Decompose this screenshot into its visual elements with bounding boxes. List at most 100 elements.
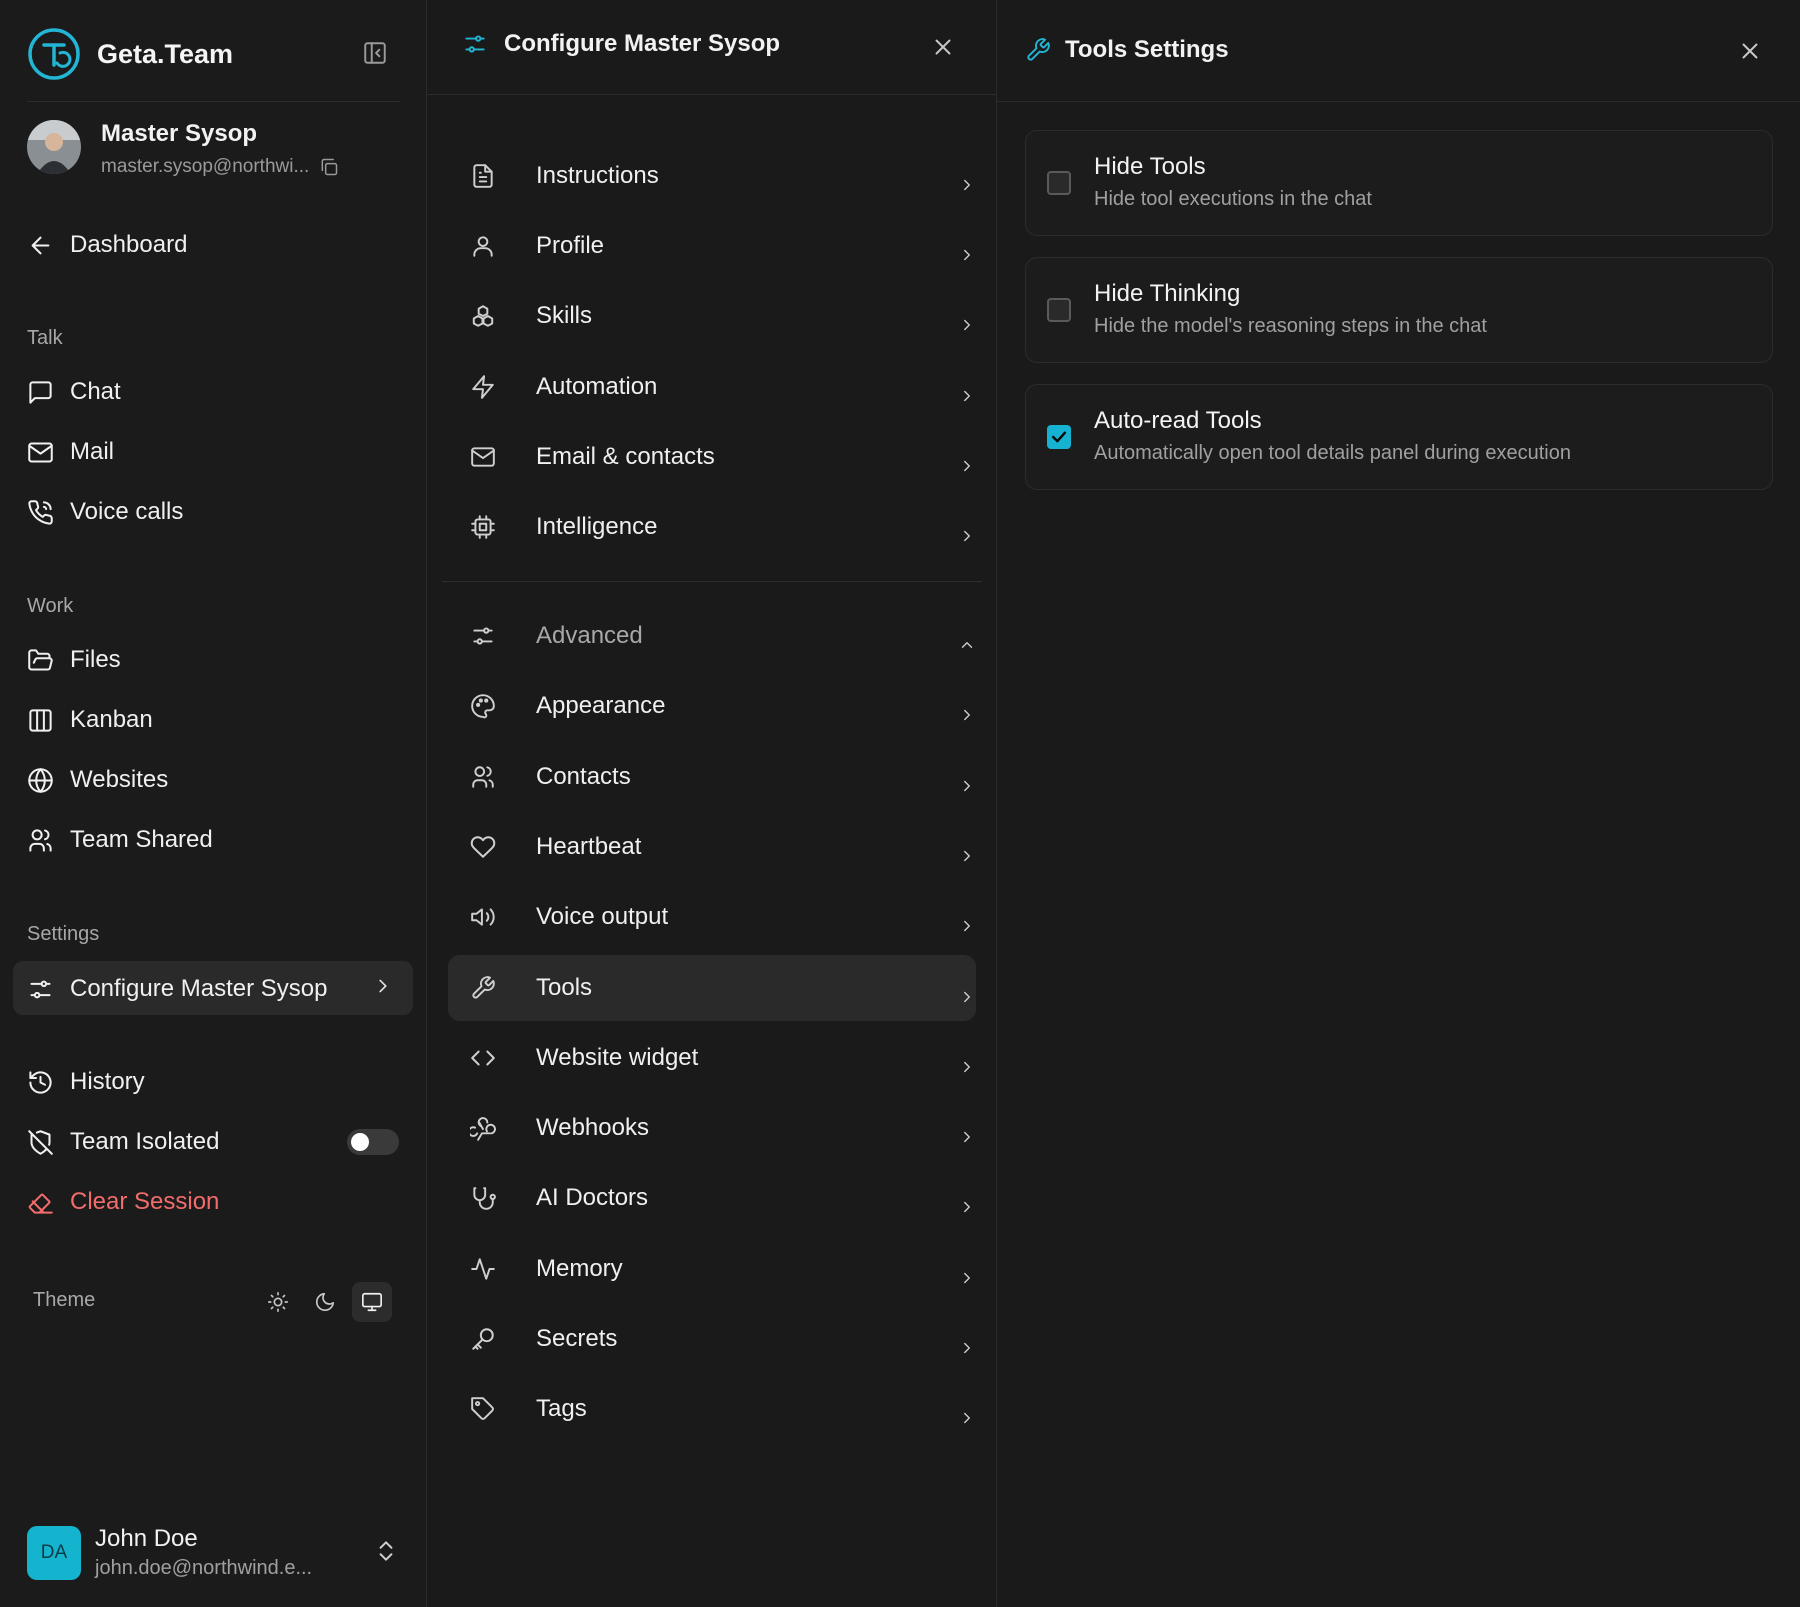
sliders-icon [473, 627, 493, 645]
chevron-right-icon [964, 1272, 970, 1284]
option-title: Auto-read Tools [1094, 407, 1262, 434]
sidebar-collapse-icon [364, 42, 386, 64]
sun-icon [268, 1292, 288, 1312]
menu-item-ai-doctors[interactable]: AI Doctors [448, 1165, 976, 1231]
menu-item-label: Tools [536, 974, 593, 1001]
nav-websites[interactable]: Websites [27, 766, 168, 794]
chevron-right-icon [964, 249, 970, 261]
menu-item-label: Automation [536, 373, 658, 400]
checkmark-icon [1051, 431, 1067, 443]
chevron-right-icon [964, 850, 970, 862]
nav-history[interactable]: History [27, 1068, 145, 1096]
nav-voice-calls[interactable]: Voice calls [27, 498, 183, 526]
menu-item-label: Skills [536, 302, 593, 329]
close-configure-button[interactable] [930, 34, 956, 60]
nav-team-isolated[interactable]: Team Isolated [27, 1128, 219, 1156]
menu-item-website-widget[interactable]: Website widget [448, 1025, 976, 1091]
menu-item-email-contacts[interactable]: Email & contacts [448, 424, 976, 490]
columns-icon [29, 708, 52, 732]
menu-item-memory[interactable]: Memory [448, 1236, 976, 1302]
nav-dashboard[interactable]: Dashboard [27, 231, 187, 259]
menu-item-webhooks[interactable]: Webhooks [448, 1095, 976, 1161]
nav-voice-calls-label: Voice calls [70, 498, 184, 525]
collapse-sidebar-button[interactable] [362, 40, 388, 66]
mail-icon [28, 441, 53, 463]
sidebar-divider [27, 101, 400, 102]
nav-kanban-label: Kanban [70, 706, 153, 733]
menu-item-tags[interactable]: Tags [448, 1376, 976, 1442]
menu-item-appearance[interactable]: Appearance [448, 673, 976, 739]
option-hide-thinking[interactable]: Hide Thinking Hide the model's reasoning… [1025, 257, 1773, 363]
hide-thinking-checkbox[interactable] [1047, 298, 1071, 322]
menu-item-profile[interactable]: Profile [448, 213, 976, 279]
heart-icon [470, 836, 496, 858]
current-user-menu[interactable]: DA John Doe john.doe@northwind.e... [27, 1525, 312, 1580]
auto-read-tools-checkbox[interactable] [1047, 425, 1071, 449]
nav-mail[interactable]: Mail [27, 438, 114, 466]
arrow-left-icon [31, 236, 50, 254]
skills-icon [472, 305, 494, 327]
user-menu-toggle[interactable] [373, 1538, 399, 1564]
section-settings: Settings [27, 923, 100, 945]
code-icon [471, 1050, 495, 1066]
menu-item-heartbeat[interactable]: Heartbeat [448, 814, 976, 880]
menu-item-label: Voice output [536, 903, 669, 930]
close-icon [1742, 43, 1758, 59]
chip-icon [471, 515, 495, 539]
tools-header-border [997, 101, 1800, 102]
option-auto-read-tools[interactable]: Auto-read Tools Automatically open tool … [1025, 384, 1773, 490]
speaker-icon [471, 908, 495, 926]
menu-item-secrets[interactable]: Secrets [448, 1306, 976, 1372]
chevron-right-icon [964, 1061, 970, 1073]
current-user-email: john.doe@northwind.e... [95, 1557, 313, 1579]
brand-name: Geta.Team [97, 38, 234, 69]
chevron-right-icon [964, 390, 970, 402]
users-icon [472, 766, 494, 788]
theme-system-button[interactable] [352, 1282, 392, 1322]
nav-chat[interactable]: Chat [27, 378, 121, 406]
menu-item-skills[interactable]: Skills [448, 283, 976, 349]
brand[interactable]: Geta.Team [27, 27, 233, 81]
configure-header: Configure Master Sysop [462, 30, 780, 58]
user-icon [473, 236, 493, 257]
activity-icon [471, 1258, 495, 1280]
menu-item-label: Heartbeat [536, 833, 642, 860]
hide-tools-checkbox[interactable] [1047, 171, 1071, 195]
menu-item-automation[interactable]: Automation [448, 354, 976, 420]
history-icon [29, 1070, 52, 1094]
menu-item-label: Profile [536, 232, 605, 259]
menu-item-contacts[interactable]: Contacts [448, 744, 976, 810]
agent-profile[interactable]: Master Sysop master.sysop@northwi... [27, 120, 339, 178]
chevron-right-icon [964, 530, 970, 542]
nav-dashboard-label: Dashboard [70, 231, 188, 258]
menu-item-instructions[interactable]: Instructions [448, 143, 976, 209]
team-isolated-toggle[interactable] [347, 1129, 399, 1155]
moon-icon [315, 1292, 335, 1312]
copy-icon[interactable] [319, 157, 339, 177]
lightning-icon [472, 375, 494, 399]
wrench-icon [472, 976, 495, 999]
nav-configure[interactable]: Configure Master Sysop [27, 975, 327, 1003]
option-hide-tools[interactable]: Hide Tools Hide tool executions in the c… [1025, 130, 1773, 236]
theme-dark-button[interactable] [305, 1282, 345, 1322]
theme-light-button[interactable] [258, 1282, 298, 1322]
menu-item-label: Tags [536, 1395, 587, 1422]
stethoscope-icon [473, 1187, 496, 1210]
menu-item-voice-output[interactable]: Voice output [448, 884, 976, 950]
advanced-section-toggle[interactable]: Advanced [448, 603, 976, 669]
option-title: Hide Tools [1094, 153, 1206, 180]
nav-mail-label: Mail [70, 438, 115, 465]
chevron-right-icon [964, 920, 970, 932]
nav-clear-session[interactable]: Clear Session [27, 1188, 219, 1216]
sliders-icon [465, 35, 485, 53]
document-icon [473, 164, 493, 188]
menu-item-label: AI Doctors [536, 1184, 649, 1211]
nav-kanban[interactable]: Kanban [27, 706, 153, 734]
chevron-right-icon [964, 319, 970, 331]
menu-item-tools[interactable]: Tools [448, 955, 976, 1021]
close-tools-button[interactable] [1737, 38, 1763, 64]
menu-item-label: Instructions [536, 162, 659, 189]
nav-files[interactable]: Files [27, 646, 121, 674]
menu-item-intelligence[interactable]: Intelligence [448, 494, 976, 560]
nav-team-shared[interactable]: Team Shared [27, 826, 213, 854]
